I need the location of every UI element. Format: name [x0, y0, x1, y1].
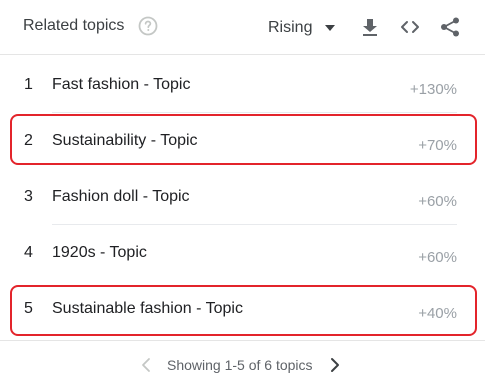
embed-code-icon[interactable] — [399, 16, 421, 38]
pagination-footer: Showing 1-5 of 6 topics — [0, 340, 485, 392]
row-value: +60% — [418, 193, 457, 210]
row-rank: 1 — [24, 76, 33, 93]
row-value: +60% — [418, 249, 457, 266]
chevron-right-icon[interactable] — [329, 357, 341, 373]
row-rank: 4 — [24, 244, 33, 261]
chevron-left-icon[interactable] — [140, 357, 152, 373]
highlight-box-row-5 — [10, 285, 477, 336]
caret-down-icon — [325, 25, 336, 31]
card-header: Related topics Rising — [0, 0, 485, 55]
sort-select[interactable]: Rising — [268, 16, 336, 40]
pagination-text: Showing 1-5 of 6 topics — [167, 357, 313, 373]
related-topics-card: Related topics Rising 1 Fast fashion - T… — [0, 0, 485, 392]
topic-row-1[interactable]: 1 Fast fashion - Topic +130% — [0, 57, 485, 113]
card-title: Related topics — [23, 17, 125, 34]
help-icon[interactable] — [138, 16, 158, 36]
share-icon[interactable] — [439, 16, 461, 38]
row-topic[interactable]: 1920s - Topic — [52, 244, 147, 262]
download-icon[interactable] — [359, 16, 381, 38]
sort-select-value: Rising — [268, 19, 313, 36]
row-rank: 3 — [24, 188, 33, 205]
row-topic[interactable]: Fashion doll - Topic — [52, 188, 190, 206]
row-value: +130% — [409, 81, 457, 98]
row-topic[interactable]: Fast fashion - Topic — [52, 76, 190, 94]
topic-row-4[interactable]: 4 1920s - Topic +60% — [0, 225, 485, 281]
topic-row-3[interactable]: 3 Fashion doll - Topic +60% — [0, 169, 485, 225]
highlight-box-row-2 — [10, 114, 477, 165]
